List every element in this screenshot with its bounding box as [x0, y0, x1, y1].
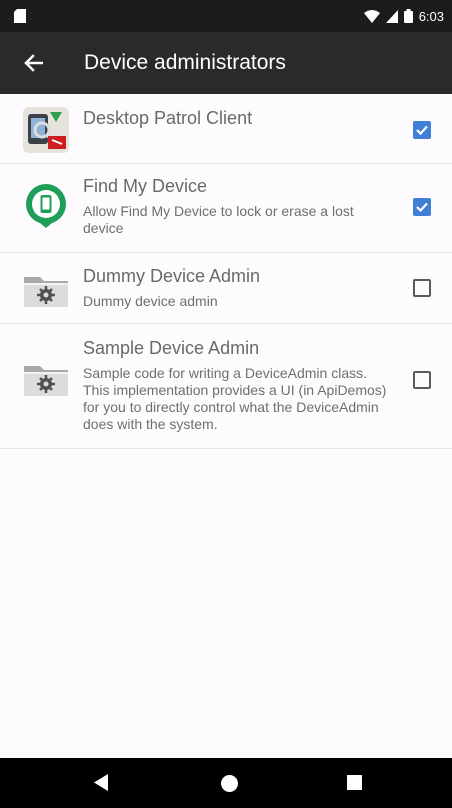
list-item-find-my-device[interactable]: Find My Device Allow Find My Device to l… — [0, 164, 452, 253]
find-my-device-icon — [26, 184, 66, 228]
battery-icon — [403, 9, 413, 23]
nav-home-icon[interactable] — [221, 775, 238, 792]
list-item-desktop-patrol-client[interactable]: Desktop Patrol Client — [0, 94, 452, 164]
list-item-text: Desktop Patrol Client — [83, 107, 393, 129]
admin-name: Find My Device — [83, 176, 208, 196]
status-bar: 6:03 — [0, 0, 452, 32]
navigation-bar — [0, 758, 452, 808]
checkbox-find-my-device[interactable] — [413, 198, 431, 216]
wifi-icon — [363, 9, 380, 23]
checkbox-desktop-patrol-client[interactable] — [413, 121, 431, 139]
list-item-dummy-device-admin[interactable]: Dummy Device Admin Dummy device admin — [0, 253, 452, 324]
toolbar: Device administrators — [0, 32, 452, 94]
back-button[interactable] — [18, 49, 48, 77]
desktop-patrol-icon — [23, 107, 69, 153]
nav-back-icon[interactable] — [94, 774, 108, 791]
list-item-sample-device-admin[interactable]: Sample Device Admin Sample code for writ… — [0, 324, 452, 449]
page-title: Device administrators — [84, 51, 286, 74]
status-icons: 6:03 — [363, 8, 444, 24]
checkbox-dummy-device-admin[interactable] — [413, 279, 431, 297]
status-time: 6:03 — [418, 8, 444, 24]
admin-name: Dummy Device Admin — [83, 266, 261, 286]
check-icon — [416, 202, 428, 213]
list-item-text: Sample Device Admin Sample code for writ… — [83, 337, 393, 433]
sd-card-icon — [14, 9, 26, 23]
checkbox-sample-device-admin[interactable] — [413, 371, 431, 389]
admin-description: Sample code for writing a DeviceAdmin cl… — [83, 365, 387, 432]
list-item-text: Find My Device Allow Find My Device to l… — [83, 175, 393, 237]
folder-gear-icon — [24, 277, 68, 307]
admin-description: Dummy device admin — [83, 293, 218, 309]
device-admin-list: Desktop Patrol Client Find My Device All… — [0, 94, 452, 449]
folder-gear-icon — [24, 366, 68, 396]
check-icon — [416, 125, 428, 136]
admin-description: Allow Find My Device to lock or erase a … — [83, 203, 354, 236]
admin-name: Desktop Patrol Client — [83, 108, 253, 128]
admin-name: Sample Device Admin — [83, 338, 260, 358]
arrow-left-icon — [24, 54, 43, 72]
signal-icon — [385, 9, 398, 23]
nav-recents-icon[interactable] — [347, 775, 362, 790]
list-item-text: Dummy Device Admin Dummy device admin — [83, 265, 393, 310]
